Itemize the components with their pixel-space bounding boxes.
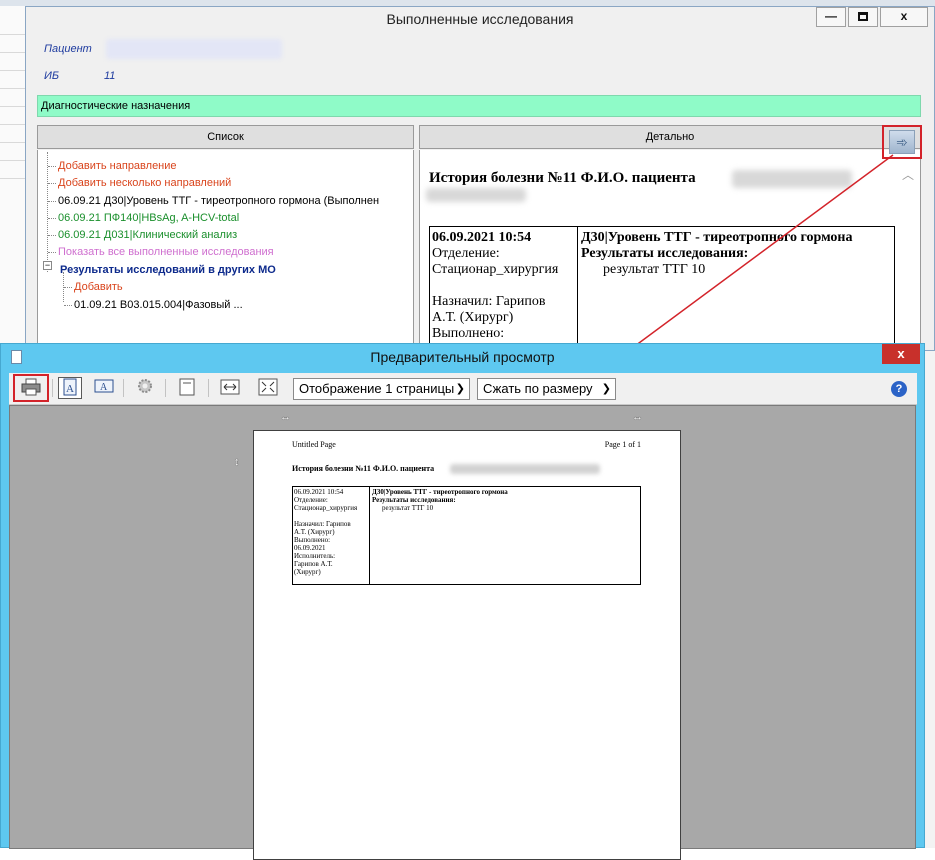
printer-icon [21,378,41,396]
toolbar-separator [165,379,166,397]
maximize-button[interactable] [848,7,878,27]
tree-item-d30[interactable]: 06.09.21 Д30|Уровень ТТГ - тиреотропного… [48,194,379,208]
page-header-left: Untitled Page [292,440,336,449]
patient-label: Пациент [44,43,92,55]
studies-tree: Добавить направление Добавить несколько … [37,150,414,352]
patient-name-redacted [106,39,282,59]
preview-title: Предварительный просмотр [370,349,555,365]
window-title: Выполненные исследования [26,7,934,31]
landscape-layout-button[interactable]: A [92,377,116,399]
tree-item-d031[interactable]: 06.09.21 Д031|Клинический анализ [48,228,237,242]
detail-table-col-info: 06.09.2021 10:54 Отделение: Стационар_хи… [430,227,578,351]
tree-item-add-several[interactable]: Добавить несколько направлений [48,176,231,190]
fit-page-button[interactable] [256,377,280,399]
page-executor-role: (Хирург) [294,568,321,576]
preview-toolbar: A A Отображение 1 страницы ❯ Сжать по ра… [9,373,917,405]
print-button[interactable] [19,377,43,399]
page-title: История болезни №11 Ф.И.О. пациента [292,464,435,473]
patient-name-redacted [450,464,600,474]
completed-studies-window: Выполненные исследования — x Пациент ИБ … [25,6,935,352]
chevron-down-icon: ❯ [455,383,465,395]
page-dept-label: Отделение: [294,496,328,504]
page-datetime: 06.09.2021 10:54 [294,488,344,496]
tree-item-add-direction[interactable]: Добавить направление [48,159,177,173]
ib-value: 11 [104,70,116,82]
detail-datetime: 06.09.2021 10:54 [432,230,532,245]
page-icon [179,378,195,396]
page-executor-value: Гарипов А.Т. [294,560,333,568]
detail-results-label: Результаты исследования: [581,246,749,261]
page-setup-button[interactable] [133,377,157,399]
collapse-toggle[interactable]: − [43,261,52,270]
fit-width-icon [220,379,240,395]
patient-name-redacted [732,170,852,188]
margin-handle-icon[interactable]: ↕ [234,456,240,468]
detail-assigned-value: А.Т. (Хирург) [432,310,514,325]
chevron-down-icon: ❯ [601,383,611,395]
portrait-layout-button[interactable]: A [58,377,82,399]
margin-handle-icon[interactable]: ↔ [280,411,291,423]
detail-title: История болезни №11 Ф.И.О. пациента [429,170,696,186]
tree-item-phase-study[interactable]: 01.09.21 В03.015.004|Фазовый ... [64,298,243,312]
page-assigned-value: А.Т. (Хирург) [294,528,335,536]
page-result-table: 06.09.2021 10:54 Отделение: Стационар_хи… [292,486,641,585]
diagnostic-assignments-bar[interactable]: Диагностические назначения [37,95,921,117]
svg-text:A: A [66,383,74,395]
detail-table-col-result: Д30|Уровень ТТГ - тиреотропного гормона … [579,227,894,351]
portrait-page-icon: A [63,378,77,396]
preview-page: Untitled Page Page 1 of 1 История болезн… [253,430,681,860]
page-assigned-label: Назначил: Гарипов [294,520,351,528]
export-arrow-icon: ➾ [889,130,915,154]
gear-icon [138,379,152,393]
page-table-col-info: 06.09.2021 10:54 Отделение: Стационар_хи… [293,487,370,584]
detail-dept-value: Стационар_хирургия [432,262,559,277]
fit-page-icon [258,378,278,396]
caption-buttons: — x [814,7,928,27]
detail-assigned-label: Назначил: Гарипов [432,294,546,309]
print-preview-window: Предварительный просмотр x A A Отображен… [0,343,925,860]
single-page-button[interactable] [175,377,199,399]
page-executor-label: Исполнитель: [294,552,336,560]
page-done-value: 06.09.2021 [294,544,326,552]
background-grid-column [0,6,26,346]
landscape-page-icon: A [94,379,114,393]
page-header-right: Page 1 of 1 [604,440,641,449]
detail-dept-label: Отделение: [432,246,500,261]
fit-width-button[interactable] [218,377,242,399]
minimize-button[interactable]: — [816,7,846,27]
toolbar-separator [208,379,209,397]
preview-close-button[interactable]: x [882,344,920,364]
page-results-label: Результаты исследования: [372,496,456,504]
page-dept-value: Стационар_хирургия [294,504,358,512]
toolbar-separator [123,379,124,397]
page-test-name: Д30|Уровень ТТГ - тиреотропного гормона [372,488,508,496]
detail-panel-header: Детально [419,125,921,149]
svg-text:A: A [100,382,108,393]
page-table-col-result: Д30|Уровень ТТГ - тиреотропного гормона … [371,487,640,584]
detail-view: История болезни №11 Ф.И.О. пациента ︿ 06… [419,150,921,352]
maximize-icon [858,12,868,22]
detail-test-name: Д30|Уровень ТТГ - тиреотропного гормона [581,230,853,245]
list-panel-header: Список [37,125,414,149]
scroll-up-icon[interactable]: ︿ [902,169,914,181]
page-done-label: Выполнено: [294,536,331,544]
toolbar-separator [52,379,53,397]
page-result-value: результат ТТГ 10 [382,504,434,512]
ib-label: ИБ [44,70,60,82]
pages-display-select[interactable]: Отображение 1 страницы ❯ [293,378,470,400]
close-button[interactable]: x [880,7,928,27]
zoom-select[interactable]: Сжать по размеру ❯ [477,378,616,400]
tree-item-show-all[interactable]: Показать все выполненные исследования [48,245,274,259]
detail-result-value: результат ТТГ 10 [603,262,706,277]
help-icon[interactable]: ? [891,381,907,397]
print-preview-button[interactable]: ➾ [882,125,922,159]
preview-canvas[interactable]: ↔ ↔ ↕ Untitled Page Page 1 of 1 История … [9,405,916,860]
tree-item-pf140[interactable]: 06.09.21 ПФ140|HBsAg, A-HCV-total [48,211,239,225]
tree-item-other-add[interactable]: Добавить [64,280,123,294]
detail-result-table: 06.09.2021 10:54 Отделение: Стационар_хи… [429,226,895,351]
tree-item-other-mo[interactable]: Результаты исследований в других МО [60,263,276,277]
patient-name-redacted [426,188,526,202]
margin-handle-icon[interactable]: ↔ [632,411,643,423]
detail-done-label: Выполнено: [432,326,505,341]
